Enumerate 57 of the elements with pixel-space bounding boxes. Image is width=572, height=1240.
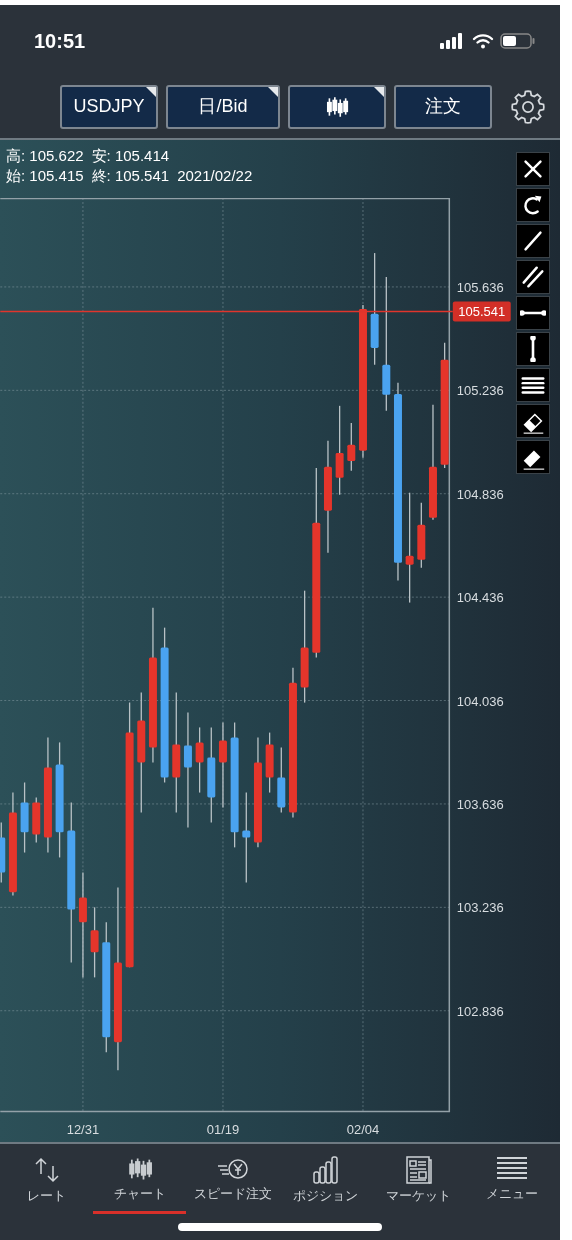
- wifi-icon: [472, 32, 494, 49]
- tab-bar-item[interactable]: マーケット: [372, 1156, 465, 1214]
- drawing-tool-button[interactable]: [516, 188, 550, 222]
- y-axis-label: 105.636: [456, 279, 504, 295]
- tab-bar-item[interactable]: ポジション: [279, 1156, 372, 1214]
- candlestick-icon: [324, 95, 350, 118]
- drawing-tool-button[interactable]: [516, 332, 550, 366]
- parallel-lines-icon: [519, 263, 547, 291]
- vertical-line-icon: [530, 336, 536, 362]
- candle: [90, 906, 99, 978]
- x-axis-label: 12/31: [66, 1122, 100, 1137]
- tab-bar-item[interactable]: チャート: [93, 1156, 186, 1214]
- y-axis-label: 104.836: [456, 486, 504, 502]
- x-axis-label: 01/19: [206, 1122, 240, 1137]
- x-axis-label: 02/04: [346, 1122, 380, 1137]
- newspaper-icon: [404, 1156, 433, 1184]
- candle: [0, 821, 6, 884]
- menu-icon: [495, 1156, 528, 1182]
- tab-bar-item[interactable]: レート: [0, 1156, 93, 1214]
- y-axis-label: 104.436: [456, 590, 504, 606]
- toolbar-button[interactable]: 日/Bid: [166, 84, 280, 129]
- tab-bar-item[interactable]: メニュー: [465, 1156, 558, 1214]
- y-axis-label: 102.836: [456, 1003, 504, 1019]
- y-axis-label: 104.036: [456, 693, 504, 709]
- ohlc-text: 高: 105.622: [6, 146, 84, 165]
- ohlc-text: 始: 105.415: [6, 166, 84, 185]
- candle: [32, 796, 41, 844]
- drawing-tool-button[interactable]: [516, 404, 550, 438]
- ohlc-text: 終: 105.541: [91, 166, 170, 185]
- ref-line-label: 105.541: [458, 304, 506, 320]
- close-tools-button[interactable]: [516, 152, 550, 186]
- tab-bar-item[interactable]: スピード注文: [186, 1156, 279, 1214]
- yen-coin-icon: [215, 1156, 250, 1182]
- drawing-tool-button[interactable]: [516, 440, 550, 474]
- settings-icon: [509, 87, 547, 126]
- ohlc-text: 2021/02/22: [177, 166, 253, 185]
- y-axis-label: 103.236: [456, 900, 504, 916]
- ohlc-text: 安: 105.414: [91, 146, 170, 165]
- candle: [347, 422, 356, 472]
- drawing-tool-button[interactable]: [516, 224, 550, 258]
- price-label: 105.541: [452, 301, 511, 322]
- status-time: 10:51: [34, 28, 86, 54]
- toolbar-button[interactable]: 注文: [394, 84, 492, 129]
- candle: [277, 746, 286, 814]
- bar-graph-icon: [311, 1156, 340, 1184]
- chart-type-button[interactable]: [288, 84, 386, 129]
- drawing-tool-button[interactable]: [516, 260, 550, 294]
- drawing-tool-button[interactable]: [516, 368, 550, 402]
- horizontal-line-icon: [520, 310, 546, 316]
- battery-icon: [500, 32, 536, 49]
- y-axis-label: 105.236: [456, 383, 504, 399]
- candle: [265, 731, 274, 794]
- candle: [417, 502, 426, 569]
- drawing-tool-button[interactable]: [516, 296, 550, 330]
- toolbar-button[interactable]: USDJPY: [60, 84, 158, 129]
- candle: [195, 726, 204, 794]
- y-axis-label: 103.636: [456, 796, 504, 812]
